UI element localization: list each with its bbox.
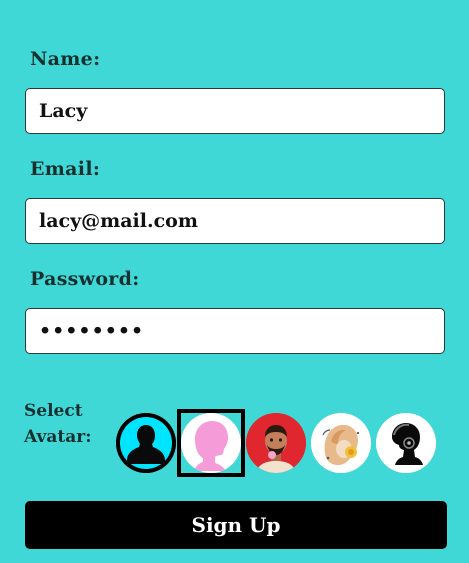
avatar-label-line2: Avatar:	[24, 427, 92, 447]
avatar-option-woman-headphones[interactable]	[311, 413, 371, 473]
password-label: Password:	[30, 268, 140, 290]
name-label: Name:	[30, 48, 101, 70]
avatar-option-afro-headphones[interactable]	[376, 413, 436, 473]
password-input[interactable]	[25, 308, 445, 354]
avatar-option-silhouette-cyan[interactable]	[116, 413, 176, 473]
selected-avatar-frame	[177, 409, 245, 477]
sign-up-button[interactable]: Sign Up	[25, 501, 447, 549]
name-input[interactable]	[25, 88, 445, 134]
avatar-label-line1: Select	[24, 401, 83, 421]
avatar-label: Select Avatar:	[24, 398, 92, 450]
woman-headphones-avatar-icon	[311, 413, 371, 473]
avatar-option-man-red[interactable]	[246, 413, 306, 473]
email-input[interactable]	[25, 198, 445, 244]
afro-headphones-avatar-icon	[376, 413, 436, 473]
silhouette-cyan-avatar-icon	[116, 413, 176, 473]
email-label: Email:	[30, 158, 101, 180]
man-red-avatar-icon	[246, 413, 306, 473]
